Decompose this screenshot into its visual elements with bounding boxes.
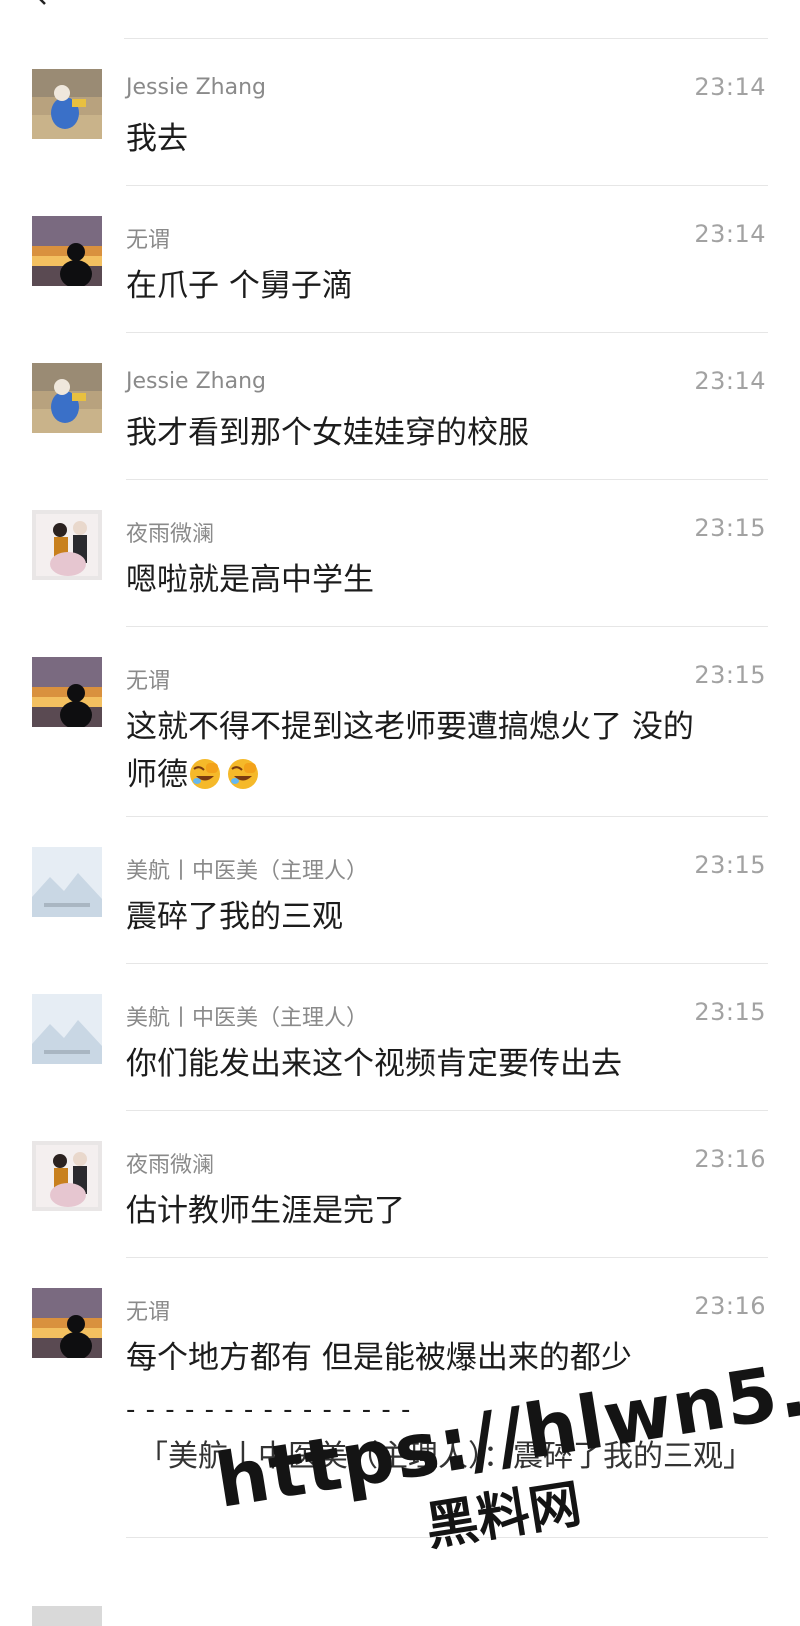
facepalm-laugh-emoji: [228, 759, 258, 789]
avatar-jessie[interactable]: [32, 69, 102, 139]
message-time: 23:14: [694, 367, 766, 395]
avatar[interactable]: [32, 1606, 102, 1626]
avatar-yeyu[interactable]: [32, 510, 102, 580]
message-line: 师德: [126, 751, 776, 799]
sender-name: 无谓: [126, 1300, 171, 1325]
facepalm-laugh-emoji: [190, 759, 220, 789]
chat-message[interactable]: 无谓 23:14 在爪子 个舅子滴: [0, 186, 800, 333]
sender-name: 美航丨中医美（主理人）: [126, 859, 369, 884]
message-text: 估计教师生涯是完了: [126, 1193, 405, 1229]
sender-name: Jessie Zhang: [126, 369, 266, 394]
message-text: 在爪子 个舅子滴: [126, 268, 353, 304]
chat-message[interactable]: 夜雨微澜 23:16 估计教师生涯是完了: [0, 1111, 800, 1258]
sender-name: 夜雨微澜: [126, 1153, 215, 1178]
message-text: 震碎了我的三观: [126, 899, 343, 935]
avatar-wuwei[interactable]: [32, 1288, 102, 1358]
sender-name: Jessie Zhang: [126, 75, 266, 100]
top-bar: [0, 0, 800, 38]
avatar-jessie[interactable]: [32, 363, 102, 433]
chevron-left-icon[interactable]: [30, 0, 52, 6]
chat-message[interactable]: Jessie Zhang 23:14 我去: [0, 39, 800, 186]
sender-name: 无谓: [126, 228, 171, 253]
message-time: 23:15: [694, 661, 766, 689]
chat-message[interactable]: 美航丨中医美（主理人） 23:15 震碎了我的三观: [0, 817, 800, 964]
sender-name: 无谓: [126, 669, 171, 694]
avatar-meihang[interactable]: [32, 847, 102, 917]
message-line-2: 师德: [126, 757, 188, 793]
message-time: 23:16: [694, 1145, 766, 1173]
sender-name: 美航丨中医美（主理人）: [126, 1006, 369, 1031]
message-list: Jessie Zhang 23:14 我去 无谓 23:14 在爪子 个舅子滴 …: [0, 39, 800, 1538]
message-time: 23:15: [694, 998, 766, 1026]
message-time: 23:14: [694, 220, 766, 248]
sender-name: 夜雨微澜: [126, 522, 215, 547]
message-text: 嗯啦就是高中学生: [126, 562, 374, 598]
message-time: 23:14: [694, 73, 766, 101]
chat-message[interactable]: Jessie Zhang 23:14 我才看到那个女娃娃穿的校服: [0, 333, 800, 480]
message-time: 23:16: [694, 1292, 766, 1320]
avatar-wuwei[interactable]: [32, 216, 102, 286]
message-text: 你们能发出来这个视频肯定要传出去: [126, 1046, 622, 1082]
message-line: 这就不得不提到这老师要遭搞熄火了 没的: [126, 709, 694, 745]
message-text: 这就不得不提到这老师要遭搞熄火了 没的 师德: [126, 703, 776, 799]
avatar-meihang[interactable]: [32, 994, 102, 1064]
chat-message[interactable]: 夜雨微澜 23:15 嗯啦就是高中学生: [0, 480, 800, 627]
message-text: 我才看到那个女娃娃穿的校服: [126, 415, 529, 451]
avatar-yeyu[interactable]: [32, 1141, 102, 1211]
message-time: 23:15: [694, 514, 766, 542]
message-text: 我去: [126, 121, 188, 157]
message-time: 23:15: [694, 851, 766, 879]
chat-message[interactable]: 美航丨中医美（主理人） 23:15 你们能发出来这个视频肯定要传出去: [0, 964, 800, 1111]
avatar-wuwei[interactable]: [32, 657, 102, 727]
chat-message[interactable]: 无谓 23:15 这就不得不提到这老师要遭搞熄火了 没的 师德: [0, 627, 800, 817]
